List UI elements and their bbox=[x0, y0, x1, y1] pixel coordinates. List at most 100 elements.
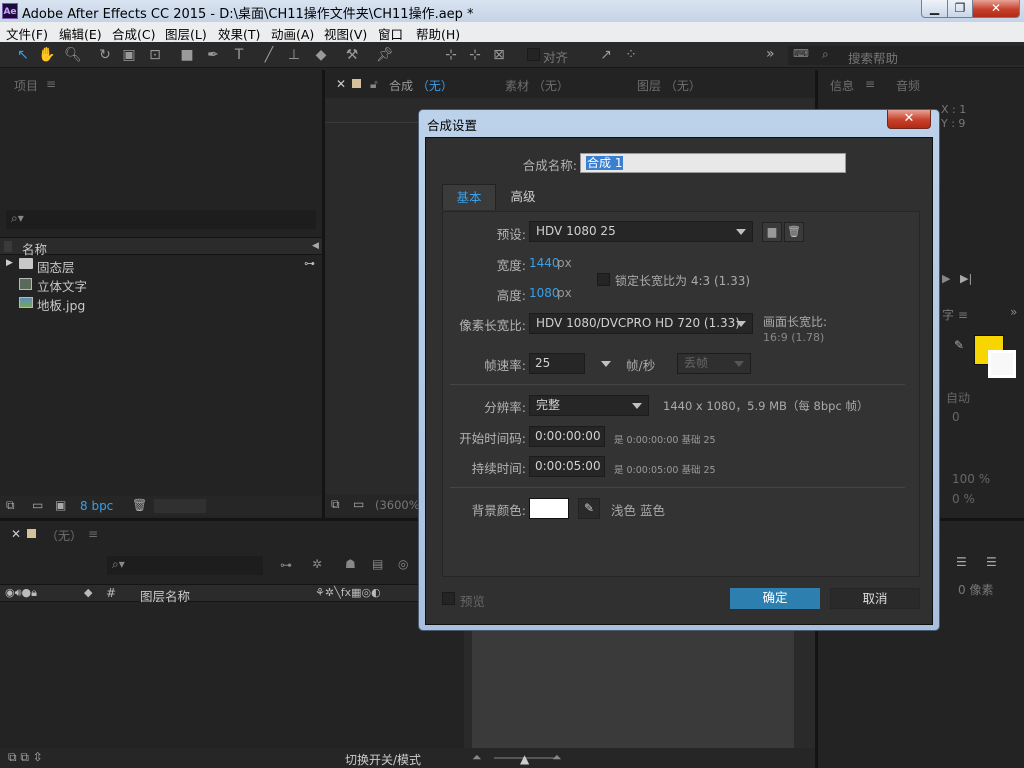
tab-audio[interactable]: 音频 bbox=[896, 77, 920, 94]
project-search-field[interactable]: ⌕▾ bbox=[6, 210, 316, 229]
close-tab-icon[interactable]: ✕ bbox=[336, 77, 346, 91]
close-tab-icon[interactable]: ✕ bbox=[11, 527, 21, 541]
menu-effect[interactable]: 效果(T) bbox=[218, 24, 260, 43]
bpc-button[interactable]: 8 bpc bbox=[80, 499, 113, 513]
zoom-level[interactable]: (3600% bbox=[375, 498, 420, 512]
puppet-pin-tool-icon[interactable]: 📌︎ bbox=[376, 46, 394, 64]
brush-tool-icon[interactable]: ╱ bbox=[260, 46, 278, 64]
comp-mini-flowchart-icon[interactable]: ⊶ bbox=[280, 558, 292, 572]
new-composition-icon[interactable]: ▣ bbox=[55, 498, 66, 512]
baseline-shift[interactable]: 0 % bbox=[952, 492, 975, 506]
project-item-folder[interactable]: ▶ 固态层 ⊶ bbox=[0, 256, 320, 275]
menu-file[interactable]: 文件(F) bbox=[6, 24, 48, 43]
more-icon[interactable]: » bbox=[1010, 305, 1017, 319]
width-value[interactable]: 1440 bbox=[529, 256, 560, 270]
stroke-color-swatch[interactable] bbox=[988, 350, 1016, 378]
scroll-area[interactable] bbox=[154, 499, 206, 513]
restore-button[interactable]: ❐ bbox=[947, 0, 973, 18]
pan-behind-tool-icon[interactable]: ⊡ bbox=[146, 46, 164, 64]
text-tool-icon[interactable]: T bbox=[230, 46, 248, 64]
snap-edges-icon[interactable]: ↗ bbox=[597, 46, 615, 64]
duration-input[interactable]: 0:00:05:00 bbox=[529, 456, 605, 477]
flowchart-icon[interactable]: ⊶ bbox=[304, 257, 315, 270]
indent-value[interactable]: 0 像素 bbox=[958, 581, 993, 598]
tab-advanced[interactable]: 高级 bbox=[496, 184, 550, 210]
zoom-tool-icon[interactable]: 🔍︎ bbox=[64, 46, 82, 64]
leading-value[interactable]: 自动 bbox=[946, 389, 970, 406]
fps-dropdown-button[interactable] bbox=[597, 353, 615, 374]
zoom-slider-bar[interactable]: ⏶ ▲ ⏶ bbox=[464, 748, 816, 768]
pen-tool-icon[interactable]: ✒ bbox=[204, 46, 222, 64]
delete-preset-button[interactable]: 🗑︎ bbox=[784, 222, 804, 242]
comp-name-input[interactable]: 合成 1 bbox=[580, 153, 846, 173]
toolbar-more-icon[interactable]: » bbox=[766, 46, 775, 62]
tab-footage[interactable]: 素材 （无） bbox=[505, 77, 569, 94]
timeline-menu-icon[interactable]: ≡ bbox=[88, 527, 98, 541]
collapse-arrow-icon[interactable]: ◀ bbox=[312, 241, 319, 251]
column-layer-name[interactable]: 图层名称 bbox=[140, 586, 190, 605]
tab-basic[interactable]: 基本 bbox=[442, 184, 496, 210]
eyedropper-icon[interactable]: ✎ bbox=[954, 338, 964, 352]
draft-3d-icon[interactable]: ✲ bbox=[312, 557, 322, 571]
project-item-image[interactable]: 地板.jpg bbox=[0, 294, 320, 313]
eyedropper-button[interactable]: ✎ bbox=[578, 498, 600, 519]
start-timecode-input[interactable]: 0:00:00:00 bbox=[529, 426, 605, 447]
shy-icon[interactable]: ☗ bbox=[345, 557, 356, 571]
tab-composition[interactable]: 合成 （无） bbox=[389, 77, 453, 94]
frame-blending-icon[interactable]: ▤ bbox=[372, 557, 383, 571]
monitor-icon[interactable]: ▭ bbox=[353, 497, 364, 511]
menu-help[interactable]: 帮助(H) bbox=[416, 24, 460, 43]
resolution-dropdown[interactable]: 完整 bbox=[529, 395, 649, 416]
world-axis-icon[interactable]: ⊹ bbox=[466, 46, 484, 64]
project-item-comp[interactable]: 立体文字 bbox=[0, 275, 320, 294]
camera-tool-icon[interactable]: ▣ bbox=[120, 46, 138, 64]
menu-window[interactable]: 窗口 bbox=[378, 24, 403, 43]
zoom-in-icon[interactable]: ⏶ bbox=[552, 750, 562, 765]
snap-checkbox[interactable] bbox=[527, 48, 540, 61]
selection-tool-icon[interactable]: ↖ bbox=[14, 46, 32, 64]
snap-grid-icon[interactable]: ⁘ bbox=[622, 46, 640, 64]
view-axis-icon[interactable]: ⊠ bbox=[490, 46, 508, 64]
play-icon[interactable]: ▶ bbox=[942, 272, 950, 285]
height-value[interactable]: 1080 bbox=[529, 286, 560, 300]
background-color-swatch[interactable] bbox=[529, 498, 569, 519]
lock-aspect-checkbox[interactable] bbox=[597, 273, 610, 286]
cancel-button[interactable]: 取消 bbox=[830, 588, 920, 609]
vertical-scale[interactable]: 100 % bbox=[952, 472, 990, 486]
next-frame-icon[interactable]: ▶| bbox=[960, 272, 972, 285]
toggle-panes-icons[interactable]: ⧉ ⧉ ⇳ bbox=[8, 750, 43, 765]
tab-layer[interactable]: 图层 （无） bbox=[637, 77, 701, 94]
window-close-button[interactable]: ✕ bbox=[972, 0, 1020, 18]
project-tab[interactable]: 项目 bbox=[14, 77, 38, 94]
zoom-out-icon[interactable]: ⏶ bbox=[472, 750, 482, 765]
ok-button[interactable]: 确定 bbox=[730, 588, 820, 609]
zoom-slider-thumb[interactable]: ▲ bbox=[520, 752, 529, 766]
menu-layer[interactable]: 图层(L) bbox=[165, 24, 207, 43]
info-panel-menu-icon[interactable]: ≡ bbox=[865, 77, 875, 91]
timeline-tab[interactable]: （无） bbox=[46, 527, 82, 544]
menu-edit[interactable]: 编辑(E) bbox=[59, 24, 102, 43]
toggle-switches-modes[interactable]: 切换开关/模式 bbox=[345, 751, 421, 768]
always-preview-icon[interactable]: ⧉ bbox=[331, 497, 340, 512]
clone-stamp-tool-icon[interactable]: ⊥ bbox=[285, 46, 303, 64]
interpret-footage-icon[interactable]: ⧉ bbox=[6, 498, 15, 513]
lock-icon[interactable]: 🔓︎ bbox=[370, 77, 378, 92]
save-preset-button[interactable]: ▆ bbox=[762, 222, 782, 242]
new-folder-icon[interactable]: ▭ bbox=[32, 498, 43, 512]
tracking-value[interactable]: 0 bbox=[952, 410, 960, 424]
minimize-button[interactable]: ▁ bbox=[921, 0, 948, 18]
menu-view[interactable]: 视图(V) bbox=[324, 24, 367, 43]
align-right-icon[interactable]: ☰ bbox=[956, 555, 967, 569]
justify-icon[interactable]: ☰ bbox=[986, 555, 997, 569]
expand-triangle-icon[interactable]: ▶ bbox=[6, 258, 13, 268]
hand-tool-icon[interactable]: ✋ bbox=[38, 46, 56, 64]
preview-checkbox[interactable] bbox=[442, 592, 455, 605]
preset-dropdown[interactable]: HDV 1080 25 bbox=[529, 221, 753, 242]
trash-icon[interactable]: 🗑︎ bbox=[132, 498, 147, 512]
help-search-box[interactable]: ⌨ ⌕ 搜索帮助 bbox=[788, 46, 1024, 66]
tab-info[interactable]: 信息 bbox=[830, 77, 854, 94]
menu-animation[interactable]: 动画(A) bbox=[271, 24, 314, 43]
dialog-close-button[interactable]: ✕ bbox=[887, 110, 931, 129]
motion-blur-icon[interactable]: ◎ bbox=[398, 557, 408, 571]
eraser-tool-icon[interactable]: ◆ bbox=[312, 46, 330, 64]
